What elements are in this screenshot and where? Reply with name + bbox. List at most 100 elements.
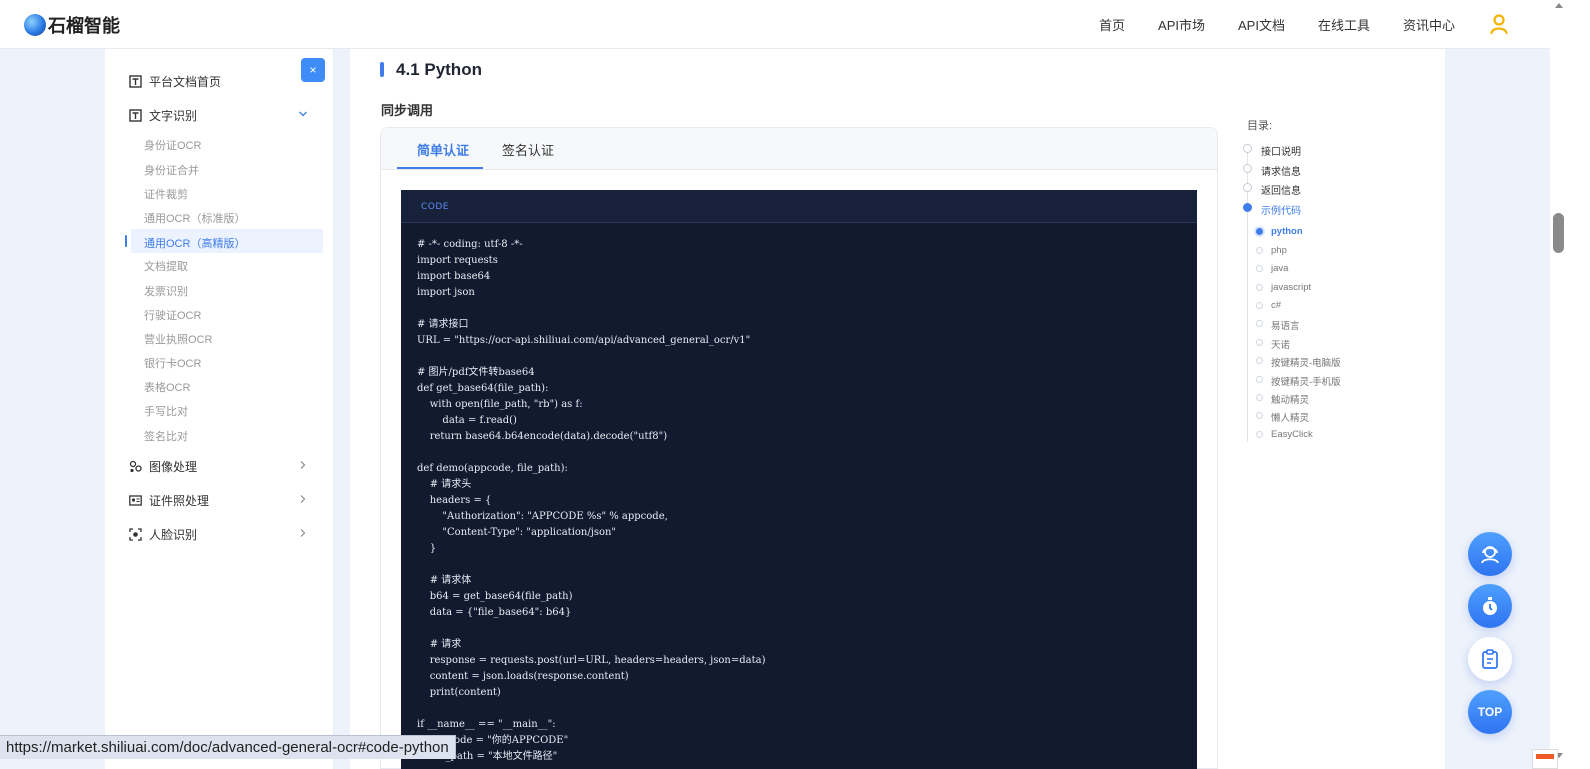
clipboard-icon bbox=[1482, 649, 1498, 669]
python-code[interactable]: # -*- coding: utf-8 -*- import requests … bbox=[417, 237, 766, 765]
flag-icon bbox=[1536, 754, 1554, 759]
toc-sub-php[interactable]: php bbox=[1271, 245, 1287, 256]
section-accent-bar bbox=[380, 62, 384, 77]
code-block-header: CODE bbox=[401, 190, 1197, 223]
toc-subdot bbox=[1256, 412, 1263, 419]
toc-sub-python[interactable]: python bbox=[1271, 226, 1303, 237]
sidebar-group-label: 文字识别 bbox=[149, 109, 198, 123]
code-block[interactable]: CODE # -*- coding: utf-8 -*- import requ… bbox=[401, 190, 1197, 769]
sidebar-item-table-ocr[interactable]: 表格OCR bbox=[144, 379, 190, 395]
toc-title: 目录: bbox=[1247, 120, 1273, 132]
sidebar-item-idcard-ocr[interactable]: 身份证OCR bbox=[144, 137, 201, 153]
text-recognition-icon bbox=[129, 109, 142, 122]
nav-item-online-tools[interactable]: 在线工具 bbox=[1318, 15, 1370, 34]
toc-sub-yiyuyan[interactable]: 易语言 bbox=[1271, 318, 1300, 332]
toc-subdot bbox=[1256, 284, 1263, 291]
brand-logo[interactable]: 石榴智能 bbox=[24, 12, 120, 38]
back-to-top-button[interactable]: TOP bbox=[1468, 690, 1512, 734]
sidebar-item-document-extract[interactable]: 文档提取 bbox=[144, 258, 188, 274]
toc-sub-easyclick[interactable]: EasyClick bbox=[1271, 429, 1313, 440]
toc-item-api-intro[interactable]: 接口说明 bbox=[1261, 143, 1301, 158]
nav-item-home[interactable]: 首页 bbox=[1099, 15, 1125, 34]
back-to-top-label: TOP bbox=[1477, 705, 1503, 719]
tab-signature-auth[interactable]: 签名认证 bbox=[502, 140, 554, 159]
toc-dot bbox=[1243, 144, 1252, 153]
toc-item-sample-code[interactable]: 示例代码 bbox=[1261, 202, 1301, 217]
sidebar-item-general-ocr-advanced[interactable]: 通用OCR（高精版） bbox=[144, 235, 245, 251]
sidebar-item-label: 平台文档首页 bbox=[149, 75, 222, 89]
toc-subdot bbox=[1256, 265, 1263, 272]
toc-subdot bbox=[1256, 339, 1263, 346]
toc-track-line bbox=[1247, 148, 1248, 442]
toc-sub-chudong[interactable]: 触动精灵 bbox=[1271, 392, 1309, 406]
sidebar-group-label: 证件照处理 bbox=[149, 494, 210, 508]
customer-service-icon bbox=[1481, 546, 1499, 564]
image-processing-icon bbox=[129, 460, 142, 473]
stopwatch-icon bbox=[1483, 597, 1497, 615]
section-title: 4.1 Python bbox=[396, 60, 482, 79]
pomegranate-logo-icon bbox=[24, 14, 46, 36]
toc-dot bbox=[1243, 183, 1252, 192]
sidebar-group-face-recognition[interactable]: 人脸识别 bbox=[129, 526, 197, 543]
sidebar-group-label: 人脸识别 bbox=[149, 528, 198, 542]
close-sidebar-button[interactable]: × bbox=[301, 58, 325, 82]
toc-subdot bbox=[1256, 431, 1263, 438]
sidebar-item-doc-home[interactable]: 平台文档首页 bbox=[129, 73, 221, 90]
toc-subdot bbox=[1256, 247, 1263, 254]
sidebar-item-general-ocr-standard[interactable]: 通用OCR（标准版） bbox=[144, 210, 245, 226]
sidebar-group-label: 图像处理 bbox=[149, 460, 198, 474]
toc-subdot bbox=[1256, 376, 1263, 383]
tab-simple-auth[interactable]: 简单认证 bbox=[417, 140, 469, 159]
sidebar-item-invoice[interactable]: 发票识别 bbox=[144, 283, 188, 299]
page-scrollbar[interactable] bbox=[1550, 0, 1590, 769]
chevron-down-icon[interactable] bbox=[298, 110, 308, 118]
toc-subdot bbox=[1256, 357, 1263, 364]
sidebar-group-text-ocr[interactable]: 文字识别 bbox=[129, 107, 197, 124]
sidebar-item-signature-compare[interactable]: 签名比对 bbox=[144, 428, 188, 444]
toc-sub-javascript[interactable]: javascript bbox=[1271, 282, 1311, 293]
scroll-up-icon[interactable] bbox=[1555, 3, 1563, 8]
toc-subdot-active bbox=[1256, 228, 1263, 235]
clipboard-button[interactable] bbox=[1468, 637, 1512, 681]
toc-subdot bbox=[1256, 320, 1263, 327]
toc-item-response-info[interactable]: 返回信息 bbox=[1261, 182, 1301, 197]
toc-sub-anjian-pc[interactable]: 按键精灵-电脑版 bbox=[1271, 355, 1341, 369]
sidebar-group-id-photo[interactable]: 证件照处理 bbox=[129, 492, 209, 509]
sidebar-item-handwriting-compare[interactable]: 手写比对 bbox=[144, 403, 188, 419]
toc-sub-tiannuo[interactable]: 天诺 bbox=[1271, 337, 1290, 351]
sidebar-item-bank-card[interactable]: 银行卡OCR bbox=[144, 355, 201, 371]
chevron-right-icon[interactable] bbox=[299, 528, 307, 538]
toc-sub-lanren[interactable]: 懒人精灵 bbox=[1271, 410, 1309, 424]
chevron-right-icon[interactable] bbox=[299, 460, 307, 470]
status-bar-url: https://market.shiliuai.com/doc/advanced… bbox=[0, 735, 456, 759]
timer-button[interactable] bbox=[1468, 584, 1512, 628]
nav-item-api-docs[interactable]: API文档 bbox=[1238, 15, 1285, 34]
toc-subdot bbox=[1256, 302, 1263, 309]
toc-dot bbox=[1243, 164, 1252, 173]
active-tab-underline bbox=[397, 167, 483, 169]
top-header: 石榴智能 首页 API市场 API文档 在线工具 资讯中心 bbox=[0, 0, 1550, 49]
toc-sub-csharp[interactable]: c# bbox=[1271, 300, 1281, 311]
customer-service-button[interactable] bbox=[1468, 532, 1512, 576]
toc-sub-anjian-mobile[interactable]: 按键精灵-手机版 bbox=[1271, 374, 1341, 388]
sidebar-item-business-license[interactable]: 营业执照OCR bbox=[144, 331, 212, 347]
sub-section-title: 同步调用 bbox=[381, 103, 434, 118]
user-icon[interactable] bbox=[1490, 14, 1508, 34]
id-photo-icon bbox=[129, 495, 142, 506]
nav-item-news[interactable]: 资讯中心 bbox=[1403, 15, 1455, 34]
sidebar-item-driving-license[interactable]: 行驶证OCR bbox=[144, 307, 201, 323]
scrollbar-thumb[interactable] bbox=[1553, 213, 1564, 253]
brand-name: 石榴智能 bbox=[48, 16, 120, 36]
toc-dot-active bbox=[1243, 203, 1252, 212]
sidebar-item-id-crop[interactable]: 证件裁剪 bbox=[144, 186, 188, 202]
code-language-tag: CODE bbox=[421, 202, 449, 212]
toc-item-request-info[interactable]: 请求信息 bbox=[1261, 163, 1301, 178]
doc-sidebar bbox=[105, 49, 334, 769]
sidebar-item-idcard-merge[interactable]: 身份证合并 bbox=[144, 162, 199, 178]
nav-item-api-market[interactable]: API市场 bbox=[1158, 15, 1205, 34]
sidebar-group-image-processing[interactable]: 图像处理 bbox=[129, 458, 197, 475]
main-nav: 首页 API市场 API文档 在线工具 资讯中心 bbox=[1066, 0, 1455, 49]
corner-widget[interactable] bbox=[1532, 749, 1558, 769]
toc-sub-java[interactable]: java bbox=[1271, 263, 1288, 274]
chevron-right-icon[interactable] bbox=[299, 494, 307, 504]
